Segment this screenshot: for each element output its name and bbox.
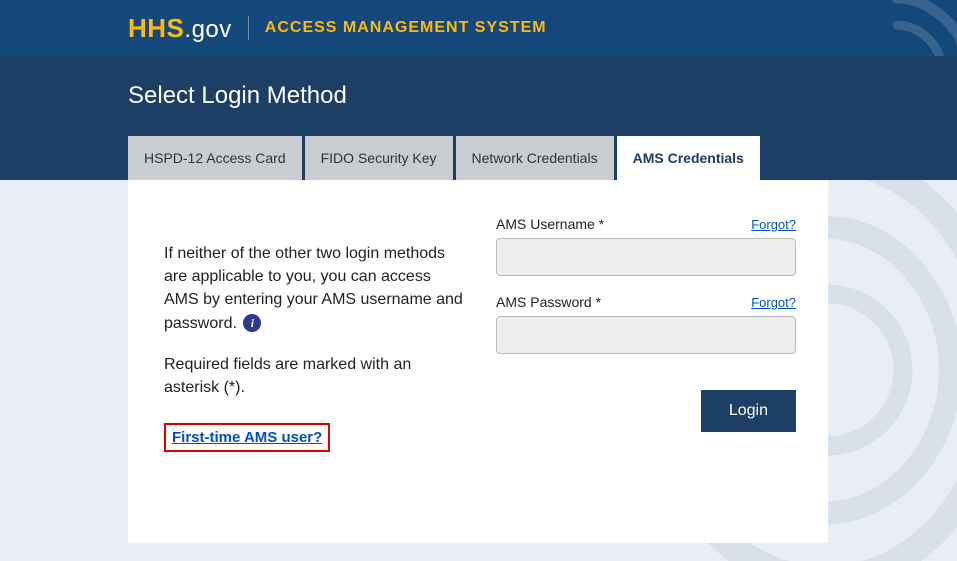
tab-hspd12[interactable]: HSPD-12 Access Card [128,136,302,180]
header-divider [248,16,249,40]
system-title: ACCESS MANAGEMENT SYSTEM [265,19,547,37]
info-icon[interactable]: i [243,314,261,332]
intro-text-content: If neither of the other two login method… [164,245,463,332]
login-method-tabs: HSPD-12 Access Card FIDO Security Key Ne… [128,136,829,180]
password-label-row: AMS Password * Forgot? [496,294,796,310]
content-panel: If neither of the other two login method… [128,180,828,543]
username-label-row: AMS Username * Forgot? [496,216,796,232]
login-form: AMS Username * Forgot? AMS Password * Fo… [496,216,796,511]
password-label: AMS Password * [496,294,601,310]
username-input[interactable] [496,238,796,276]
forgot-username-link[interactable]: Forgot? [751,217,796,232]
required-fields-note: Required fields are marked with an aster… [164,353,464,399]
site-logo[interactable]: HHS.gov [128,13,232,44]
page-title: Select Login Method [128,82,829,110]
tab-fido[interactable]: FIDO Security Key [305,136,453,180]
logo-gov: .gov [184,16,231,44]
login-button[interactable]: Login [701,390,796,432]
info-column: If neither of the other two login method… [164,216,464,511]
username-label: AMS Username * [496,216,604,232]
top-header: HHS.gov ACCESS MANAGEMENT SYSTEM [0,0,957,56]
first-time-user-link[interactable]: First-time AMS user? [164,423,330,452]
tab-network[interactable]: Network Credentials [456,136,614,180]
intro-text: If neither of the other two login method… [164,242,464,335]
login-button-row: Login [496,390,796,432]
forgot-password-link[interactable]: Forgot? [751,295,796,310]
tab-ams[interactable]: AMS Credentials [617,136,760,180]
decorative-swirl-icon [807,0,957,56]
password-input[interactable] [496,316,796,354]
subheader: Select Login Method HSPD-12 Access Card … [0,56,957,180]
logo-hhs: HHS [128,13,184,44]
